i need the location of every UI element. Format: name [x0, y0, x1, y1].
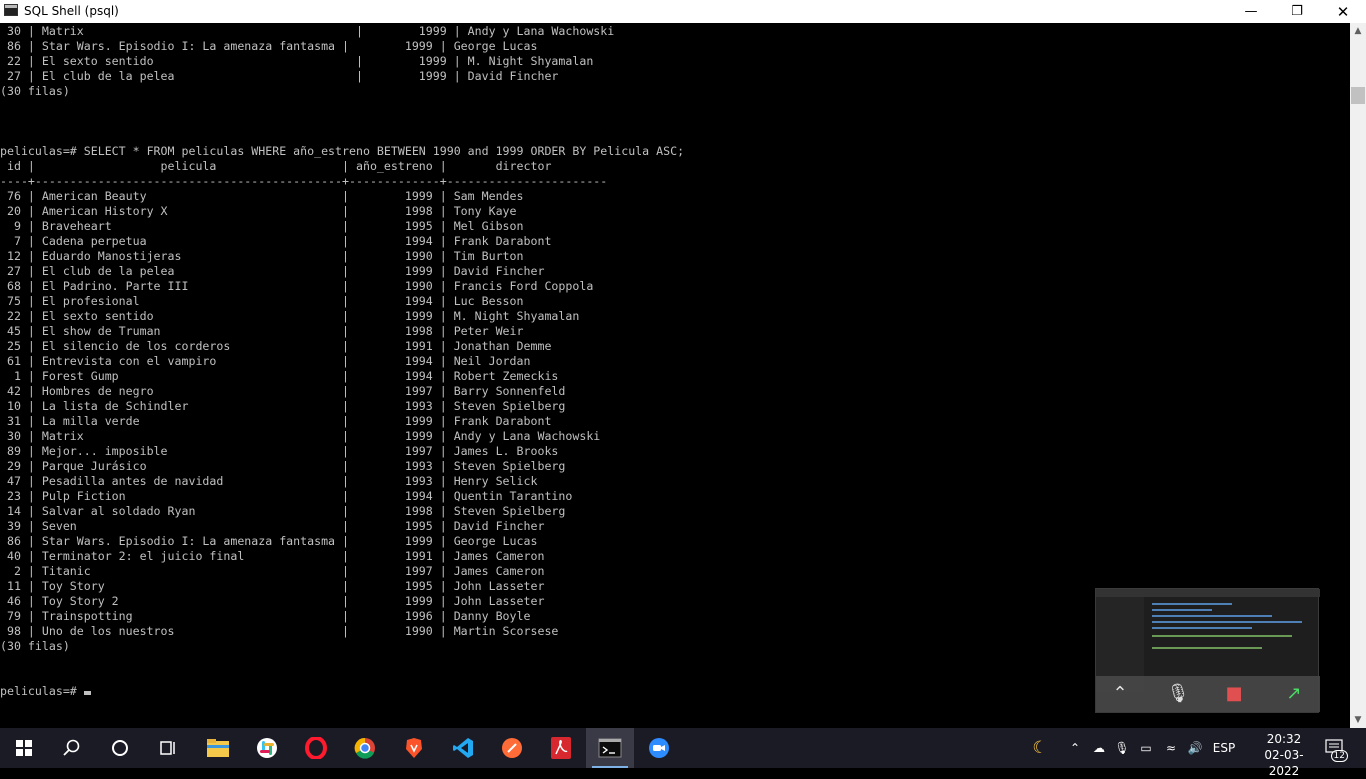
acrobat-icon[interactable]	[537, 728, 585, 768]
wifi-icon[interactable]: ≈	[1161, 728, 1181, 768]
console-line: 75 | El profesional | 1994 | Luc Besson	[6, 294, 524, 308]
search-icon[interactable]	[48, 728, 96, 768]
vertical-scrollbar[interactable]: ▲ ▼	[1350, 23, 1366, 728]
notification-center-icon[interactable]: 12	[1320, 728, 1350, 768]
console-line: 98 | Uno de los nuestros | 1990 | Martin…	[6, 624, 559, 638]
console-line: 40 | Terminator 2: el juicio final | 199…	[6, 549, 545, 563]
chevron-up-icon[interactable]: ⌃	[1106, 683, 1134, 705]
minimize-button[interactable]: —	[1228, 0, 1274, 23]
console-line: (30 filas)	[0, 84, 70, 98]
console-line: 14 | Salvar al soldado Ryan | 1998 | Ste…	[6, 504, 566, 518]
console-line: 39 | Seven | 1995 | David Fincher	[6, 519, 545, 533]
console-line: 1 | Forest Gump | 1994 | Robert Zemeckis	[13, 369, 559, 383]
preview-code-line	[1152, 621, 1302, 623]
close-button[interactable]: ✕	[1320, 0, 1366, 23]
preview-header	[1096, 589, 1320, 597]
chrome-icon[interactable]	[341, 728, 389, 768]
console-line: 46 | Toy Story 2 | 1999 | John Lasseter	[6, 594, 545, 608]
night-light-icon[interactable]: ☾	[1027, 728, 1053, 768]
notification-badge: 12	[1330, 750, 1348, 762]
preview-code-line	[1152, 627, 1252, 629]
console-line: 10 | La lista de Schindler | 1993 | Stev…	[6, 399, 566, 413]
scroll-down-arrow-icon[interactable]: ▼	[1350, 712, 1366, 728]
preview-code-line	[1152, 635, 1292, 637]
window-titlebar[interactable]: SQL Shell (psql) — ❐ ✕	[0, 0, 1366, 23]
slack-icon[interactable]	[243, 728, 291, 768]
console-line: 20 | American History X | 1998 | Tony Ka…	[6, 204, 517, 218]
console-line: 76 | American Beauty | 1999 | Sam Mendes	[6, 189, 524, 203]
maximize-button[interactable]: ❐	[1274, 0, 1320, 23]
console-line: 27 | El club de la pelea | 1999 | David …	[6, 264, 545, 278]
console-line: 27 | El club de la pelea | 1999 | David …	[6, 69, 559, 83]
share-screen-icon[interactable]: ↗	[1280, 683, 1308, 705]
clock[interactable]: 20:32 02-03-2022	[1252, 731, 1316, 779]
chevron-up-icon[interactable]: ⌃	[1066, 728, 1084, 768]
console-line: 45 | El show de Truman | 1998 | Peter We…	[6, 324, 524, 338]
console-line: 7 | Cadena perpetua | 1994 | Frank Darab…	[13, 234, 552, 248]
console-line: 9 | Braveheart | 1995 | Mel Gibson	[13, 219, 524, 233]
zoom-icon[interactable]	[635, 728, 683, 768]
preview-code-line	[1152, 609, 1212, 611]
console-line: 23 | Pulp Fiction | 1994 | Quentin Taran…	[6, 489, 573, 503]
console-text: 30 | Matrix | 1999 | Andy y Lana Wachows…	[0, 24, 684, 699]
console-line: ----+-----------------------------------…	[0, 174, 608, 188]
console-line: (30 filas)	[0, 639, 70, 653]
console-line: 68 | El Padrino. Parte III | 1990 | Fran…	[6, 279, 594, 293]
console-line: 12 | Eduardo Manostijeras | 1990 | Tim B…	[6, 249, 524, 263]
console-line: 22 | El sexto sentido | 1999 | M. Night …	[6, 54, 594, 68]
file-explorer-icon[interactable]	[194, 728, 242, 768]
text-cursor	[83, 691, 91, 695]
console-line: 86 | Star Wars. Episodio I: La amenaza f…	[6, 39, 538, 53]
start-icon[interactable]	[0, 728, 48, 768]
console-line: 42 | Hombres de negro | 1997 | Barry Son…	[6, 384, 566, 398]
console-prompt: peliculas=#	[0, 684, 84, 698]
console-line: 29 | Parque Jurásico | 1993 | Steven Spi…	[6, 459, 566, 473]
terminal-icon[interactable]	[586, 728, 634, 768]
opera-icon[interactable]	[292, 728, 340, 768]
console-line: 31 | La milla verde | 1999 | Frank Darab…	[6, 414, 552, 428]
console-line: peliculas=# SELECT * FROM peliculas WHER…	[0, 144, 685, 158]
console-line: 79 | Trainspotting | 1996 | Danny Boyle	[6, 609, 531, 623]
console-line: 61 | Entrevista con el vampiro | 1994 | …	[6, 354, 531, 368]
battery-icon[interactable]: ▭	[1135, 728, 1157, 768]
language-indicator[interactable]: ESP	[1208, 728, 1240, 768]
console-line: 86 | Star Wars. Episodio I: La amenaza f…	[6, 534, 538, 548]
clock-time: 20:32	[1266, 732, 1302, 746]
console-line: 22 | El sexto sentido | 1999 | M. Night …	[6, 309, 580, 323]
microphone-tray-icon[interactable]: 🎙	[1113, 728, 1131, 768]
task-view-icon[interactable]	[144, 728, 192, 768]
vscode-icon[interactable]	[439, 728, 487, 768]
console-line: 47 | Pesadilla antes de navidad | 1993 |…	[6, 474, 538, 488]
console-line: 25 | El silencio de los corderos | 1991 …	[6, 339, 552, 353]
window-title: SQL Shell (psql)	[24, 4, 119, 18]
preview-code-line	[1152, 615, 1272, 617]
terminal-app-icon	[4, 4, 18, 16]
zoom-meeting-preview[interactable]: ⌃ 🎙 ■ ↗	[1095, 588, 1320, 713]
clock-date: 02-03-2022	[1264, 748, 1304, 778]
brave-icon[interactable]	[390, 728, 438, 768]
console-line: 89 | Mejor... imposible | 1997 | James L…	[6, 444, 559, 458]
taskbar: ☾ ⌃ ☁ 🎙 ▭ ≈ 🔊 ESP 20:32 02-03-2022 12	[0, 728, 1366, 778]
zoom-controls: ⌃ 🎙 ■ ↗	[1096, 676, 1320, 712]
console-line: 2 | Titanic | 1997 | James Cameron	[13, 564, 545, 578]
onedrive-icon[interactable]: ☁	[1089, 728, 1109, 768]
console-line: id | pelicula | año_estreno | director	[6, 159, 552, 173]
microphone-icon[interactable]: 🎙	[1164, 683, 1192, 705]
volume-icon[interactable]: 🔊	[1185, 728, 1205, 768]
postman-icon[interactable]	[488, 728, 536, 768]
console-line: 11 | Toy Story | 1995 | John Lasseter	[6, 579, 545, 593]
scrollbar-thumb[interactable]	[1351, 87, 1365, 104]
console-line: 30 | Matrix | 1999 | Andy y Lana Wachows…	[6, 429, 601, 443]
cortana-icon[interactable]	[96, 728, 144, 768]
console-line: 30 | Matrix | 1999 | Andy y Lana Wachows…	[6, 24, 615, 38]
preview-code-line	[1152, 603, 1232, 605]
preview-code-line	[1152, 647, 1262, 649]
scroll-up-arrow-icon[interactable]: ▲	[1350, 23, 1366, 39]
video-off-icon[interactable]: ■	[1220, 683, 1248, 705]
